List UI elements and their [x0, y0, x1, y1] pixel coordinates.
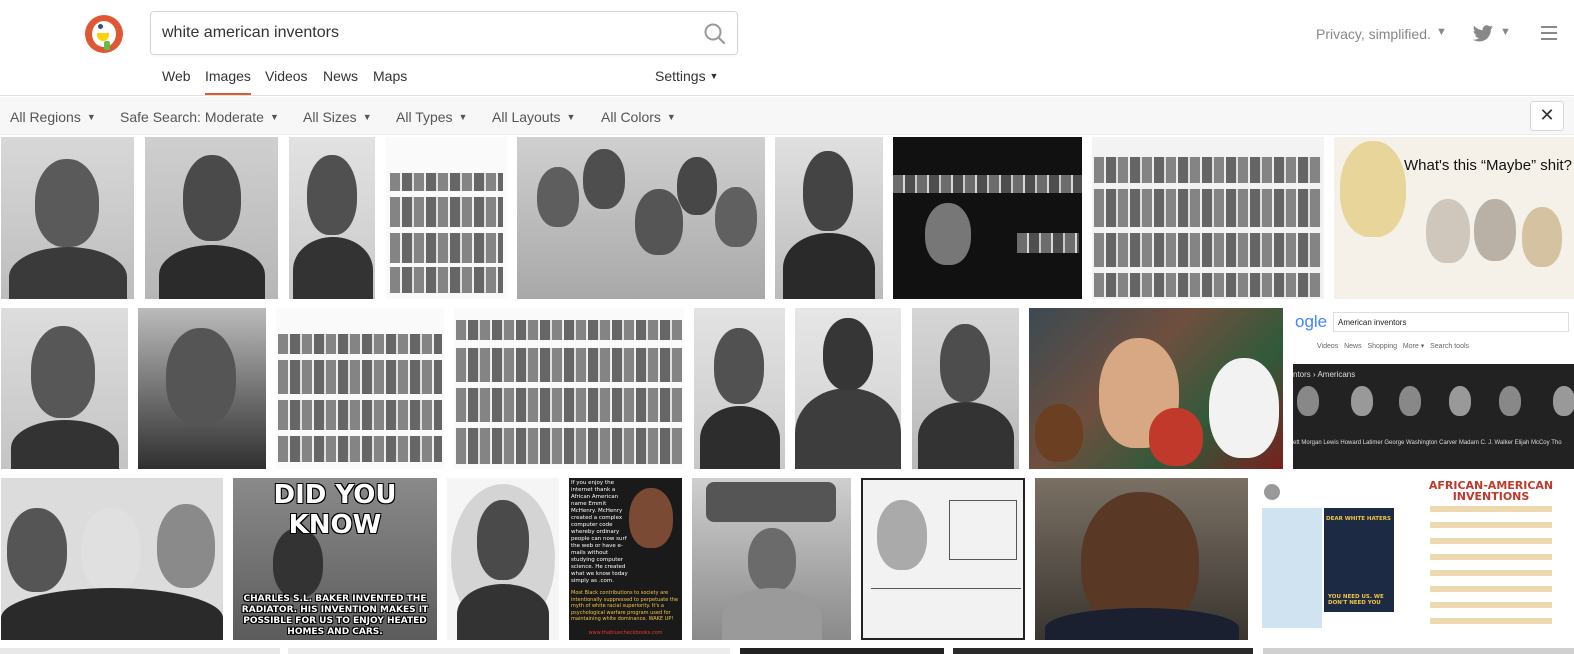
- poster-title: AFRICAN-AMERICAN INVENTIONS: [1428, 479, 1554, 503]
- image-result[interactable]: What's this “Maybe” shit?: [1334, 137, 1574, 299]
- filter-regions[interactable]: All Regions ▼: [10, 109, 96, 125]
- duckduckgo-logo-icon[interactable]: [85, 15, 123, 53]
- image-result[interactable]: [447, 478, 559, 640]
- close-icon[interactable]: ✕: [1530, 101, 1564, 131]
- mchenry-text: If you enjoy the internet thank a Africa…: [571, 480, 628, 584]
- image-result[interactable]: ogle American inventors Videos News Shop…: [1293, 308, 1574, 469]
- filter-regions-label: All Regions: [10, 109, 81, 125]
- meme-caption: What's this “Maybe” shit?: [1404, 157, 1572, 174]
- chevron-down-icon: ▼: [86, 112, 96, 122]
- search-box: [150, 11, 738, 55]
- image-result[interactable]: [0, 648, 280, 654]
- mchenry-url: www.thebluecheckbooks.com: [588, 630, 663, 636]
- search-input[interactable]: [162, 12, 692, 54]
- image-result[interactable]: [1263, 648, 1574, 654]
- image-result[interactable]: DID YOU KNOW CHARLES S.L. BAKER INVENTED…: [233, 478, 437, 640]
- image-result[interactable]: [1, 137, 134, 299]
- filter-sizes[interactable]: All Sizes ▼: [303, 109, 372, 125]
- search-icon[interactable]: [701, 20, 729, 48]
- image-result[interactable]: [692, 478, 851, 640]
- chevron-down-icon: ▼: [269, 112, 279, 122]
- image-result[interactable]: [289, 137, 375, 299]
- filter-sizes-label: All Sizes: [303, 109, 357, 125]
- tweet-banner: DEAR WHITE HATERS: [1326, 516, 1392, 522]
- image-result[interactable]: [694, 308, 785, 469]
- chevron-down-icon: ▼: [709, 71, 719, 81]
- image-result[interactable]: If you enjoy the internet thank a Africa…: [569, 478, 682, 640]
- filter-safe-search-label: Safe Search: Moderate: [120, 109, 264, 125]
- image-result[interactable]: [1, 478, 223, 640]
- image-result[interactable]: [276, 308, 444, 469]
- google-breadcrumb: ntors › Americans: [1293, 370, 1356, 379]
- settings-dropdown[interactable]: Settings ▼: [655, 68, 718, 84]
- filter-layouts[interactable]: All Layouts ▼: [492, 109, 575, 125]
- chevron-down-icon: ▼: [362, 112, 372, 122]
- filter-bar: All Regions ▼ Safe Search: Moderate ▼ All …: [0, 97, 1574, 135]
- google-tabs: Videos News Shopping More ▾ Search tools: [1317, 343, 1470, 350]
- image-result[interactable]: [775, 137, 883, 299]
- google-names: ett Morgan Lewis Howard Latimer George W…: [1293, 440, 1562, 446]
- tagline-link[interactable]: Privacy, simplified.: [1316, 26, 1431, 42]
- image-result[interactable]: [953, 648, 1253, 654]
- filter-types[interactable]: All Types ▼: [396, 109, 467, 125]
- mchenry-bottom: Most Black contributions to society are …: [571, 590, 679, 622]
- image-result[interactable]: [454, 308, 684, 469]
- filter-layouts-label: All Layouts: [492, 109, 561, 125]
- settings-label: Settings: [655, 68, 706, 84]
- image-result[interactable]: DEAR WHITE HATERS YOU NEED US. WE DON'T …: [1258, 478, 1398, 640]
- image-result[interactable]: [1092, 137, 1324, 299]
- filter-colors-label: All Colors: [601, 109, 661, 125]
- image-result[interactable]: [1029, 308, 1283, 469]
- tab-images[interactable]: Images: [205, 68, 251, 84]
- chevron-down-icon[interactable]: ▼: [1500, 26, 1511, 38]
- image-result[interactable]: [795, 308, 901, 469]
- filter-safe-search[interactable]: Safe Search: Moderate ▼: [120, 109, 279, 125]
- chevron-down-icon[interactable]: ▼: [1436, 26, 1447, 38]
- tab-maps[interactable]: Maps: [373, 68, 407, 84]
- chevron-down-icon: ▼: [666, 112, 676, 122]
- image-result[interactable]: [386, 137, 507, 299]
- image-result[interactable]: [1035, 478, 1248, 640]
- image-result[interactable]: [893, 137, 1082, 299]
- image-result[interactable]: [517, 137, 765, 299]
- image-result[interactable]: [912, 308, 1019, 469]
- header: Privacy, simplified. ▼ ▼ Web Images Vide…: [0, 0, 1574, 96]
- did-you-know-title: DID YOU KNOW: [273, 480, 397, 540]
- tab-news[interactable]: News: [323, 68, 358, 84]
- did-you-know-caption: CHARLES S.L. BAKER INVENTED THE RADIATOR…: [241, 594, 429, 637]
- tab-videos[interactable]: Videos: [265, 68, 308, 84]
- image-result[interactable]: [740, 648, 944, 654]
- image-result[interactable]: AFRICAN-AMERICAN INVENTIONS: [1408, 478, 1574, 640]
- image-result[interactable]: [138, 308, 266, 469]
- image-results-grid: What's this “Maybe” shit? ogle American …: [0, 136, 1574, 654]
- google-query: American inventors: [1333, 312, 1569, 332]
- tab-web[interactable]: Web: [162, 68, 191, 84]
- twitter-icon[interactable]: [1472, 24, 1494, 44]
- active-tab-indicator: [205, 93, 251, 95]
- image-result[interactable]: [1, 308, 128, 469]
- chevron-down-icon: ▼: [566, 112, 576, 122]
- chevron-down-icon: ▼: [458, 112, 468, 122]
- filter-colors[interactable]: All Colors ▼: [601, 109, 676, 125]
- tweet-line: YOU NEED US. WE DON'T NEED YOU: [1328, 594, 1384, 606]
- image-result[interactable]: [861, 478, 1025, 640]
- menu-icon[interactable]: [1541, 26, 1557, 40]
- filter-types-label: All Types: [396, 109, 453, 125]
- image-result[interactable]: [145, 137, 278, 299]
- image-result[interactable]: [288, 648, 730, 654]
